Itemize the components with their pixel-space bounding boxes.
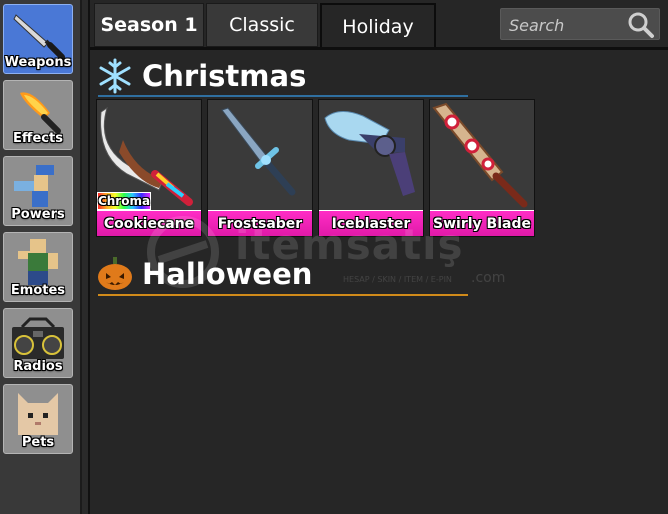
sidebar-item-effects[interactable]: Effects (3, 80, 73, 150)
sidebar-item-emotes[interactable]: Emotes (3, 232, 73, 302)
section-header-christmas: Christmas (96, 56, 306, 96)
sidebar-item-label: Effects (13, 131, 63, 146)
chroma-badge: Chroma (97, 192, 151, 210)
category-sidebar: Weapons Effects Powers Emotes Radios Pet… (0, 0, 82, 514)
ice-gun-icon (319, 100, 423, 211)
sidebar-item-radios[interactable]: Radios (3, 308, 73, 378)
pumpkin-icon (98, 257, 132, 290)
tab-divider (90, 47, 668, 50)
boombox-icon (12, 317, 64, 359)
peppermint-blade-icon (430, 100, 534, 211)
cat-icon (18, 393, 58, 435)
sidebar-item-powers[interactable]: Powers (3, 156, 73, 226)
sidebar-item-label: Radios (13, 359, 63, 374)
search-input[interactable] (507, 12, 629, 38)
tab-season-1[interactable]: Season 1 (94, 3, 204, 47)
knife-icon (13, 14, 65, 59)
running-avatar-icon (14, 165, 54, 207)
inventory-panel: Season 1 Classic Holiday Christmas (88, 0, 668, 514)
tab-holiday[interactable]: Holiday (320, 3, 436, 49)
section-underline (98, 95, 468, 97)
snowflake-icon (99, 58, 131, 94)
section-title: Halloween (142, 257, 313, 291)
section-header-halloween: Halloween (96, 254, 312, 294)
sidebar-item-label: Emotes (10, 283, 66, 298)
sidebar-item-label: Weapons (4, 55, 72, 70)
sidebar-item-pets[interactable]: Pets (3, 384, 73, 454)
search-icon[interactable] (627, 11, 655, 39)
sidebar-item-label: Powers (11, 207, 65, 222)
section-title: Christmas (142, 59, 307, 93)
sidebar-item-label: Pets (21, 435, 55, 450)
dancing-avatar-icon (18, 239, 58, 285)
tab-classic[interactable]: Classic (206, 3, 318, 47)
watermark-suffix: .com (471, 270, 506, 286)
flaming-knife-icon (20, 92, 61, 134)
ice-sword-icon (208, 100, 312, 211)
watermark-tagline: HESAP / SKIN / ITEM / E-PIN (343, 275, 452, 284)
sidebar-item-weapons[interactable]: Weapons (3, 4, 73, 74)
section-underline (98, 294, 468, 296)
search-box (500, 8, 660, 40)
